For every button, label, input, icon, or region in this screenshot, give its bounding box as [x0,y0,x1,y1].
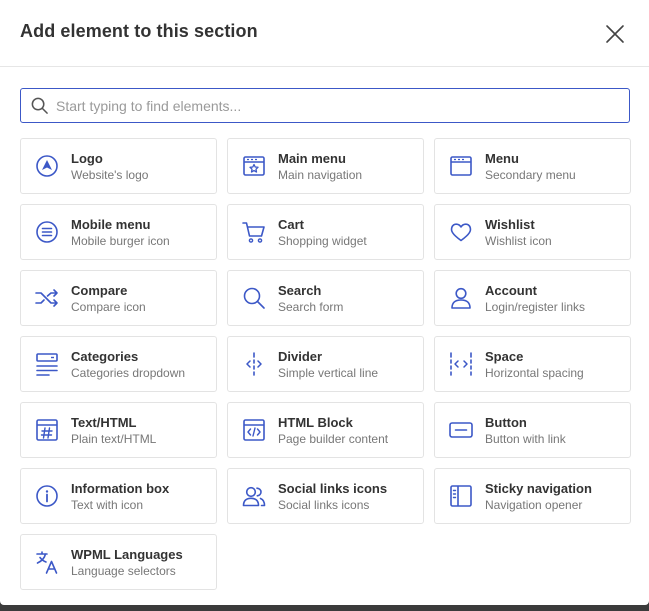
translate-icon [34,549,60,575]
element-card-sticky-navigation[interactable]: Sticky navigation Navigation opener [434,468,631,524]
menu-icon [448,153,474,179]
element-description: Simple vertical line [278,366,379,380]
element-card-mobile-menu[interactable]: Mobile menu Mobile burger icon [20,204,217,260]
add-element-modal: Add element to this section Logo Website'… [0,0,649,605]
element-description: Wishlist icon [485,234,552,248]
main-menu-icon [241,153,267,179]
element-description: Compare icon [71,300,146,314]
element-card-compare[interactable]: Compare Compare icon [20,270,217,326]
elements-grid: Logo Website's logo Main menu Main navigati… [20,138,631,590]
element-name: Wishlist [485,217,535,232]
element-card-logo[interactable]: Logo Website's logo [20,138,217,194]
element-card-search[interactable]: Search Search form [227,270,424,326]
heart-icon [448,219,474,245]
divider-icon [241,351,267,377]
element-card-text-html[interactable]: Text/HTML Plain text/HTML [20,402,217,458]
element-card-space[interactable]: Space Horizontal spacing [434,336,631,392]
element-description: Language selectors [71,564,176,578]
element-name: Divider [278,349,323,364]
element-card-menu[interactable]: Menu Secondary menu [434,138,631,194]
element-name: HTML Block [278,415,353,430]
element-name: Information box [71,481,170,496]
close-button[interactable] [605,24,625,44]
element-card-wpml-languages[interactable]: WPML Languages Language selectors [20,534,217,590]
element-description: Main navigation [278,168,363,182]
element-card-main-menu[interactable]: Main menu Main navigation [227,138,424,194]
element-description: Navigation opener [485,498,583,512]
element-card-divider[interactable]: Divider Simple vertical line [227,336,424,392]
info-icon [34,483,60,509]
element-description: Plain text/HTML [71,432,157,446]
categories-icon [34,351,60,377]
element-name: Social links icons [278,481,388,496]
element-card-button[interactable]: Button Button with link [434,402,631,458]
element-card-wishlist[interactable]: Wishlist Wishlist icon [434,204,631,260]
logo-icon [34,153,60,179]
element-name: WPML Languages [71,547,183,562]
element-description: Button with link [485,432,566,446]
element-name: Text/HTML [71,415,137,430]
element-name: Compare [71,283,128,298]
element-card-html-block[interactable]: HTML Block Page builder content [227,402,424,458]
element-description: Secondary menu [485,168,576,182]
button-icon [448,417,474,443]
mobile-menu-icon [34,219,60,245]
element-name: Sticky navigation [485,481,592,496]
element-description: Categories dropdown [71,366,186,380]
element-name: Main menu [278,151,346,166]
element-card-categories[interactable]: Categories Categories dropdown [20,336,217,392]
element-description: Horizontal spacing [485,366,584,380]
element-card-cart[interactable]: Cart Shopping widget [227,204,424,260]
code-block-icon [241,417,267,443]
search-icon [31,97,48,114]
element-name: Cart [278,217,305,232]
element-description: Shopping widget [278,234,367,248]
element-name: Categories [71,349,139,364]
modal-title: Add element to this section [20,21,258,41]
sidebar-icon [448,483,474,509]
cart-icon [241,219,267,245]
element-card-social-links-icons[interactable]: Social links icons Social links icons [227,468,424,524]
space-icon [448,351,474,377]
element-name: Account [485,283,537,298]
element-name: Logo [71,151,103,166]
search-field[interactable] [20,88,630,123]
modal-header: Add element to this section [0,0,649,67]
text-html-icon [34,417,60,443]
element-name: Space [485,349,524,364]
element-name: Button [485,415,527,430]
element-description: Text with icon [71,498,144,512]
shuffle-icon [34,285,60,311]
element-card-information-box[interactable]: Information box Text with icon [20,468,217,524]
element-description: Website's logo [71,168,149,182]
user-icon [448,285,474,311]
search-input[interactable] [56,89,616,122]
search-icon [241,285,267,311]
element-description: Search form [278,300,344,314]
element-description: Mobile burger icon [71,234,170,248]
close-icon [606,25,624,43]
element-name: Search [278,283,322,298]
users-icon [241,483,267,509]
element-card-account[interactable]: Account Login/register links [434,270,631,326]
element-description: Social links icons [278,498,370,512]
element-description: Page builder content [278,432,389,446]
element-description: Login/register links [485,300,586,314]
element-name: Mobile menu [71,217,151,232]
element-name: Menu [485,151,519,166]
